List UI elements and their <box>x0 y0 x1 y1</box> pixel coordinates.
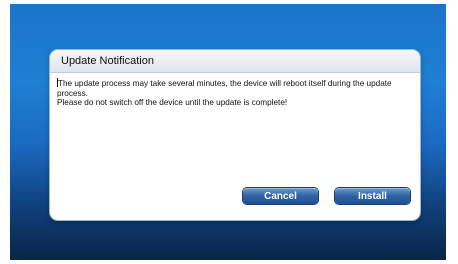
dialog-header: Update Notification <box>50 50 420 73</box>
message-text-reboot: The update process may take several minu… <box>57 79 392 98</box>
dialog-message: The update process may take several minu… <box>57 78 410 108</box>
update-notification-dialog: Update Notification The update process m… <box>50 50 420 220</box>
message-line-warning: Please do not switch off the device unti… <box>57 98 288 108</box>
cancel-button[interactable]: Cancel <box>243 188 318 204</box>
dialog-title: Update Notification <box>61 55 154 67</box>
message-line-reboot: The update process may take several minu… <box>57 78 410 98</box>
install-button[interactable]: Install <box>335 188 410 204</box>
device-screen: Update Notification The update process m… <box>10 4 446 260</box>
